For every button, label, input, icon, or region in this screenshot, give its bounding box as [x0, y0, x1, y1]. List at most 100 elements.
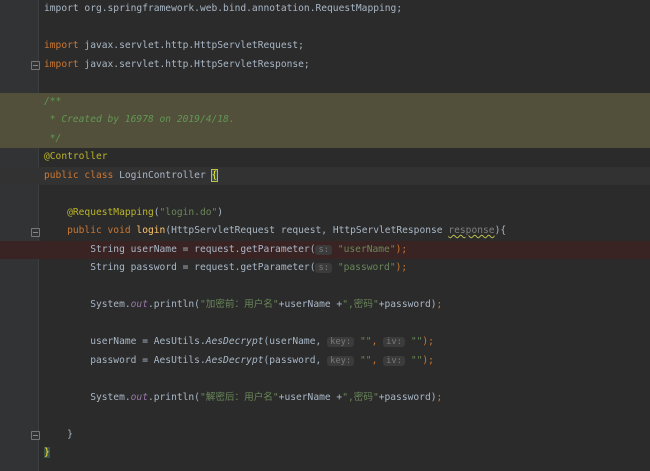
code-line[interactable]	[0, 315, 650, 334]
code-token: "加密前：用户名"	[199, 299, 279, 310]
code-token: System.	[44, 391, 131, 403]
code-text[interactable]: import javax.servlet.http.HttpServletRes…	[44, 56, 310, 75]
code-token: +userName +	[278, 299, 343, 310]
code-line[interactable]: import javax.servlet.http.HttpServletReq…	[0, 37, 650, 56]
code-token: ""	[360, 354, 372, 366]
code-token: login	[136, 225, 166, 236]
code-text[interactable]: }	[44, 444, 50, 463]
code-line[interactable]: public class LoginController {	[0, 166, 650, 186]
code-token: /**	[44, 95, 62, 107]
code-token: out	[130, 391, 148, 403]
code-token: +password)	[378, 391, 437, 403]
code-token: @RequestMapping	[44, 206, 154, 218]
code-token: * Created by 16978 on 2019/4/18.	[44, 114, 235, 125]
code-line[interactable]: }	[0, 444, 650, 463]
code-token: javax.servlet.http.HttpServletResponse;	[78, 58, 310, 70]
code-token: );	[422, 354, 434, 366]
code-token: @Controller	[44, 151, 108, 162]
code-token: password = AesUtils.	[44, 354, 206, 366]
code-token: "userName"	[337, 243, 396, 255]
code-token: AesDecrypt	[205, 354, 264, 366]
code-token: (userName,	[263, 336, 328, 347]
code-line[interactable]	[0, 278, 650, 297]
code-line[interactable]: @Controller	[0, 148, 650, 167]
code-token: import	[44, 58, 79, 70]
code-line[interactable]: password = AesUtils.AesDecrypt(password,…	[0, 352, 650, 371]
code-token: ""	[360, 336, 372, 347]
code-line[interactable]: /**	[0, 92, 650, 112]
code-token: out	[130, 299, 148, 310]
code-line[interactable]	[0, 19, 650, 38]
code-token: .println(	[147, 299, 200, 310]
code-text[interactable]: userName = AesUtils.AesDecrypt(userName,…	[44, 333, 434, 352]
code-text[interactable]: password = AesUtils.AesDecrypt(password,…	[44, 352, 434, 371]
code-text[interactable]: String password = request.getParameter(s…	[44, 259, 407, 278]
code-token: .println(	[147, 391, 200, 403]
code-token: import	[44, 40, 79, 51]
code-line[interactable]: @RequestMapping("login.do")	[0, 204, 650, 223]
parameter-hint: s:	[315, 244, 333, 255]
code-text[interactable]: @Controller	[44, 148, 108, 167]
code-line[interactable]	[0, 74, 650, 93]
code-token: ",密码"	[342, 391, 379, 403]
code-token: "password"	[337, 262, 396, 273]
code-line[interactable]: import org.springframework.web.bind.anno…	[0, 0, 650, 19]
code-text[interactable]: }	[44, 426, 73, 445]
code-line[interactable]	[0, 370, 650, 389]
code-token: public class	[44, 169, 114, 181]
code-text[interactable]: public class LoginController {	[44, 167, 219, 186]
code-token: LoginController	[113, 169, 212, 181]
code-text[interactable]: System.out.println("解密后：用户名"+userName +"…	[44, 389, 442, 408]
code-line[interactable]: String userName = request.getParameter(s…	[0, 240, 650, 260]
code-line[interactable]: * Created by 16978 on 2019/4/18.	[0, 111, 650, 130]
code-token: {	[210, 168, 219, 182]
code-text[interactable]: * Created by 16978 on 2019/4/18.	[44, 111, 235, 130]
code-token: }	[44, 428, 73, 440]
code-token: +password)	[378, 299, 437, 310]
code-token: ){	[494, 225, 507, 236]
code-line[interactable]: */	[0, 129, 650, 149]
code-token: ;	[436, 299, 443, 310]
code-token: String password = request.getParameter(	[44, 262, 316, 273]
code-token: ""	[410, 336, 423, 347]
code-line[interactable]	[0, 185, 650, 204]
code-token: );	[395, 243, 408, 255]
code-text[interactable]: @RequestMapping("login.do")	[44, 204, 223, 223]
code-line[interactable]	[0, 463, 650, 471]
code-line[interactable]: public void login(HttpServletRequest req…	[0, 222, 650, 241]
code-token: ""	[410, 354, 423, 366]
code-line[interactable]	[0, 407, 650, 426]
code-line[interactable]: }	[0, 426, 650, 445]
parameter-hint: key:	[327, 337, 355, 347]
code-token: )	[217, 206, 224, 218]
code-token: ,	[371, 354, 384, 366]
code-text[interactable]: public void login(HttpServletRequest req…	[44, 222, 506, 241]
code-token: import org.springframework.web.bind.anno…	[44, 3, 403, 14]
code-text[interactable]: String userName = request.getParameter(s…	[44, 241, 407, 260]
code-token: (HttpServletRequest request, HttpServlet…	[165, 225, 449, 236]
code-token: +userName +	[278, 391, 343, 403]
code-text[interactable]: System.out.println("加密前：用户名"+userName +"…	[44, 296, 442, 315]
code-line[interactable]: import javax.servlet.http.HttpServletRes…	[0, 56, 650, 75]
code-token: ",密码"	[342, 299, 379, 310]
code-line[interactable]: System.out.println("解密后：用户名"+userName +"…	[0, 389, 650, 408]
code-line[interactable]: String password = request.getParameter(s…	[0, 259, 650, 278]
code-token: String userName = request.getParameter(	[44, 243, 316, 255]
code-line[interactable]: System.out.println("加密前：用户名"+userName +"…	[0, 296, 650, 315]
code-token: System.	[44, 299, 131, 310]
code-token: );	[422, 336, 434, 347]
code-text[interactable]: import javax.servlet.http.HttpServletReq…	[44, 37, 304, 56]
code-text[interactable]: /**	[44, 93, 61, 112]
code-token: userName = AesUtils.	[44, 336, 206, 347]
parameter-hint: s:	[315, 263, 333, 273]
code-token: AesDecrypt	[205, 336, 264, 347]
code-token: "解密后：用户名"	[199, 391, 279, 403]
code-line[interactable]: userName = AesUtils.AesDecrypt(userName,…	[0, 333, 650, 352]
parameter-hint: key:	[327, 355, 355, 366]
code-editor[interactable]: import org.springframework.web.bind.anno…	[0, 0, 650, 471]
code-text[interactable]: */	[44, 130, 62, 149]
code-token: "login.do"	[159, 206, 218, 218]
code-token: (password,	[263, 354, 328, 366]
code-token: ;	[436, 391, 443, 403]
code-text[interactable]: import org.springframework.web.bind.anno…	[44, 0, 402, 19]
